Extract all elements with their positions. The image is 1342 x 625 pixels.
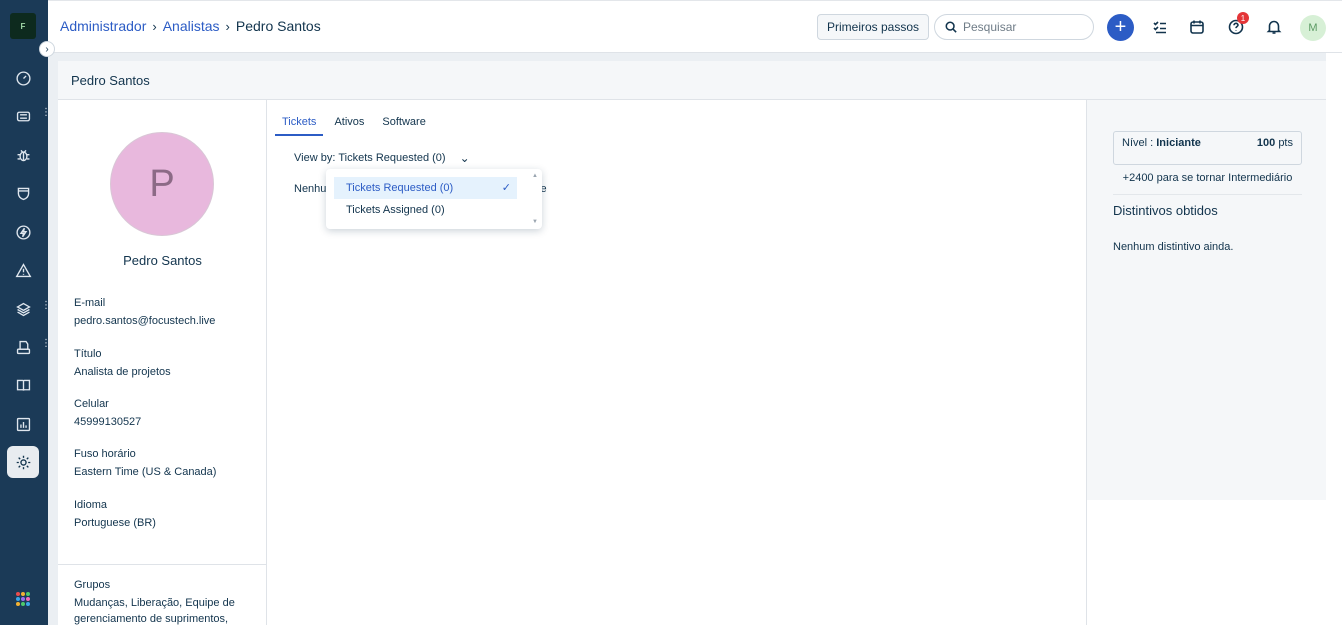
- help-notification-badge: 1: [1237, 12, 1249, 24]
- tickets-more-icon[interactable]: ⋮: [41, 108, 51, 118]
- field-value: Mudanças, Liberação, Equipe de gerenciam…: [74, 597, 235, 625]
- settings-gear-icon[interactable]: [13, 452, 33, 472]
- field-value: 45999130527: [74, 416, 142, 428]
- field-celular: Celular 45999130527: [74, 398, 141, 428]
- apps-grid-icon[interactable]: [16, 592, 30, 606]
- view-by-value[interactable]: Tickets Requested (0): [338, 152, 445, 164]
- next-level-text: +2400 para se tornar Intermediário: [1122, 172, 1293, 184]
- assets-more-icon[interactable]: ⋮: [41, 301, 51, 311]
- breadcrumb-analistas[interactable]: Analistas: [163, 18, 220, 34]
- help-question-icon[interactable]: 1: [1226, 12, 1249, 37]
- badges-title: Distintivos obtidos: [1113, 203, 1218, 218]
- dropdown-option-tickets-assigned[interactable]: Tickets Assigned (0): [334, 199, 517, 221]
- problems-bug-icon[interactable]: [13, 145, 33, 165]
- divider: [1113, 194, 1302, 195]
- field-label: Fuso horário: [74, 448, 136, 460]
- assets-layers-icon[interactable]: [13, 299, 33, 319]
- tasks-checklist-icon[interactable]: [1150, 17, 1170, 37]
- field-email: E-mail pedro.santos@focustech.live: [74, 297, 215, 327]
- tickets-icon[interactable]: [13, 106, 33, 126]
- field-value: Eastern Time (US & Canada): [74, 466, 217, 478]
- left-nav: F ⋮ ⋮ ⋮: [0, 0, 51, 625]
- badges-empty-text: Nenhum distintivo ainda.: [1113, 241, 1234, 253]
- field-value: Portuguese (BR): [74, 517, 156, 529]
- changes-shield-icon[interactable]: [13, 183, 33, 203]
- points-value: 100: [1256, 137, 1276, 149]
- level-name: Iniciante: [1156, 137, 1201, 149]
- dashboard-icon[interactable]: [13, 68, 33, 88]
- search-icon: [945, 21, 957, 33]
- check-icon: ✓: [501, 182, 511, 194]
- profile-name: Pedro Santos: [123, 253, 202, 268]
- profile-avatar: P: [110, 132, 214, 236]
- right-panel-footer: [1086, 500, 1326, 625]
- level-box: Nível : Iniciante 100 pts: [1113, 131, 1302, 165]
- new-item-plus-button[interactable]: +: [1107, 14, 1134, 41]
- field-label: Idioma: [74, 499, 108, 511]
- primeiros-passos-button[interactable]: Primeiros passos: [817, 14, 930, 40]
- notifications-bell-icon[interactable]: [1264, 17, 1284, 37]
- option-label: Tickets Requested (0): [346, 182, 454, 194]
- field-grupos: Grupos Mudanças, Liberação, Equipe de ge…: [74, 579, 254, 625]
- page-title: Pedro Santos: [71, 73, 150, 88]
- level-label: Nível : Iniciante: [1122, 137, 1201, 149]
- level-points: 100 pts: [1257, 137, 1293, 149]
- calendar-icon[interactable]: [1187, 17, 1207, 37]
- alerts-warning-icon[interactable]: [13, 260, 33, 280]
- breadcrumb: Administrador › Analistas › Pedro Santos: [60, 18, 321, 34]
- tab-tickets[interactable]: Tickets: [275, 113, 324, 136]
- scroll-down-icon[interactable]: ▼: [532, 219, 538, 225]
- divider: [58, 564, 267, 565]
- field-label: E-mail: [74, 297, 106, 309]
- tab-software[interactable]: Software: [375, 113, 432, 136]
- field-titulo: Título Analista de projetos: [74, 348, 171, 378]
- purchase-more-icon[interactable]: ⋮: [41, 339, 51, 349]
- field-fuso-horario: Fuso horário Eastern Time (US & Canada): [74, 448, 216, 478]
- breadcrumb-chevron-icon: ›: [225, 18, 230, 34]
- field-value: Analista de projetos: [74, 366, 171, 378]
- breadcrumb-administrador[interactable]: Administrador: [60, 18, 146, 34]
- option-label: Tickets Assigned (0): [346, 204, 445, 216]
- search-placeholder: Pesquisar: [963, 20, 1017, 34]
- field-label: Título: [74, 348, 102, 360]
- dropdown-scrollbar[interactable]: ▲ ▼: [531, 173, 539, 225]
- profile-panel: P Pedro Santos E-mail pedro.santos@focus…: [58, 100, 267, 625]
- solutions-book-icon[interactable]: [13, 375, 33, 395]
- page-scrollbar-track[interactable]: [1326, 53, 1342, 625]
- breadcrumb-chevron-icon: ›: [152, 18, 157, 34]
- admin-nav-active[interactable]: [7, 446, 39, 478]
- scroll-up-icon[interactable]: ▲: [532, 173, 538, 179]
- dropdown-option-tickets-requested[interactable]: Tickets Requested (0) ✓: [334, 177, 517, 199]
- view-by-select[interactable]: View by: Tickets Requested (0) ⌄: [294, 151, 470, 165]
- view-by-dropdown: Tickets Requested (0) ✓ Tickets Assigned…: [326, 169, 542, 229]
- app-logo[interactable]: F: [10, 13, 36, 39]
- chevron-down-icon[interactable]: ⌄: [460, 151, 470, 165]
- level-prefix: Nível :: [1122, 137, 1154, 149]
- tab-ativos[interactable]: Ativos: [327, 113, 371, 136]
- field-label: Grupos: [74, 579, 111, 591]
- field-label: Celular: [74, 398, 109, 410]
- top-bar: Administrador › Analistas › Pedro Santos…: [48, 0, 1342, 53]
- user-avatar[interactable]: M: [1300, 15, 1326, 41]
- field-value: pedro.santos@focustech.live: [74, 315, 216, 327]
- view-by-label: View by:: [294, 152, 336, 164]
- page-header: Pedro Santos: [58, 61, 1326, 100]
- reports-chart-icon[interactable]: [13, 414, 33, 434]
- breadcrumb-current: Pedro Santos: [235, 18, 321, 34]
- empty-state-head: Nenhu: [294, 183, 327, 195]
- gamification-panel: Nível : Iniciante 100 pts +2400 para se …: [1086, 100, 1326, 500]
- purchase-printer-icon[interactable]: [13, 337, 33, 357]
- sidebar-collapse-chevron-icon[interactable]: ›: [39, 41, 55, 57]
- releases-bolt-icon[interactable]: [13, 222, 33, 242]
- field-idioma: Idioma Portuguese (BR): [74, 499, 156, 529]
- points-unit: pts: [1278, 137, 1293, 149]
- search-input[interactable]: Pesquisar: [934, 14, 1094, 40]
- tabs: Tickets Ativos Software: [275, 113, 437, 136]
